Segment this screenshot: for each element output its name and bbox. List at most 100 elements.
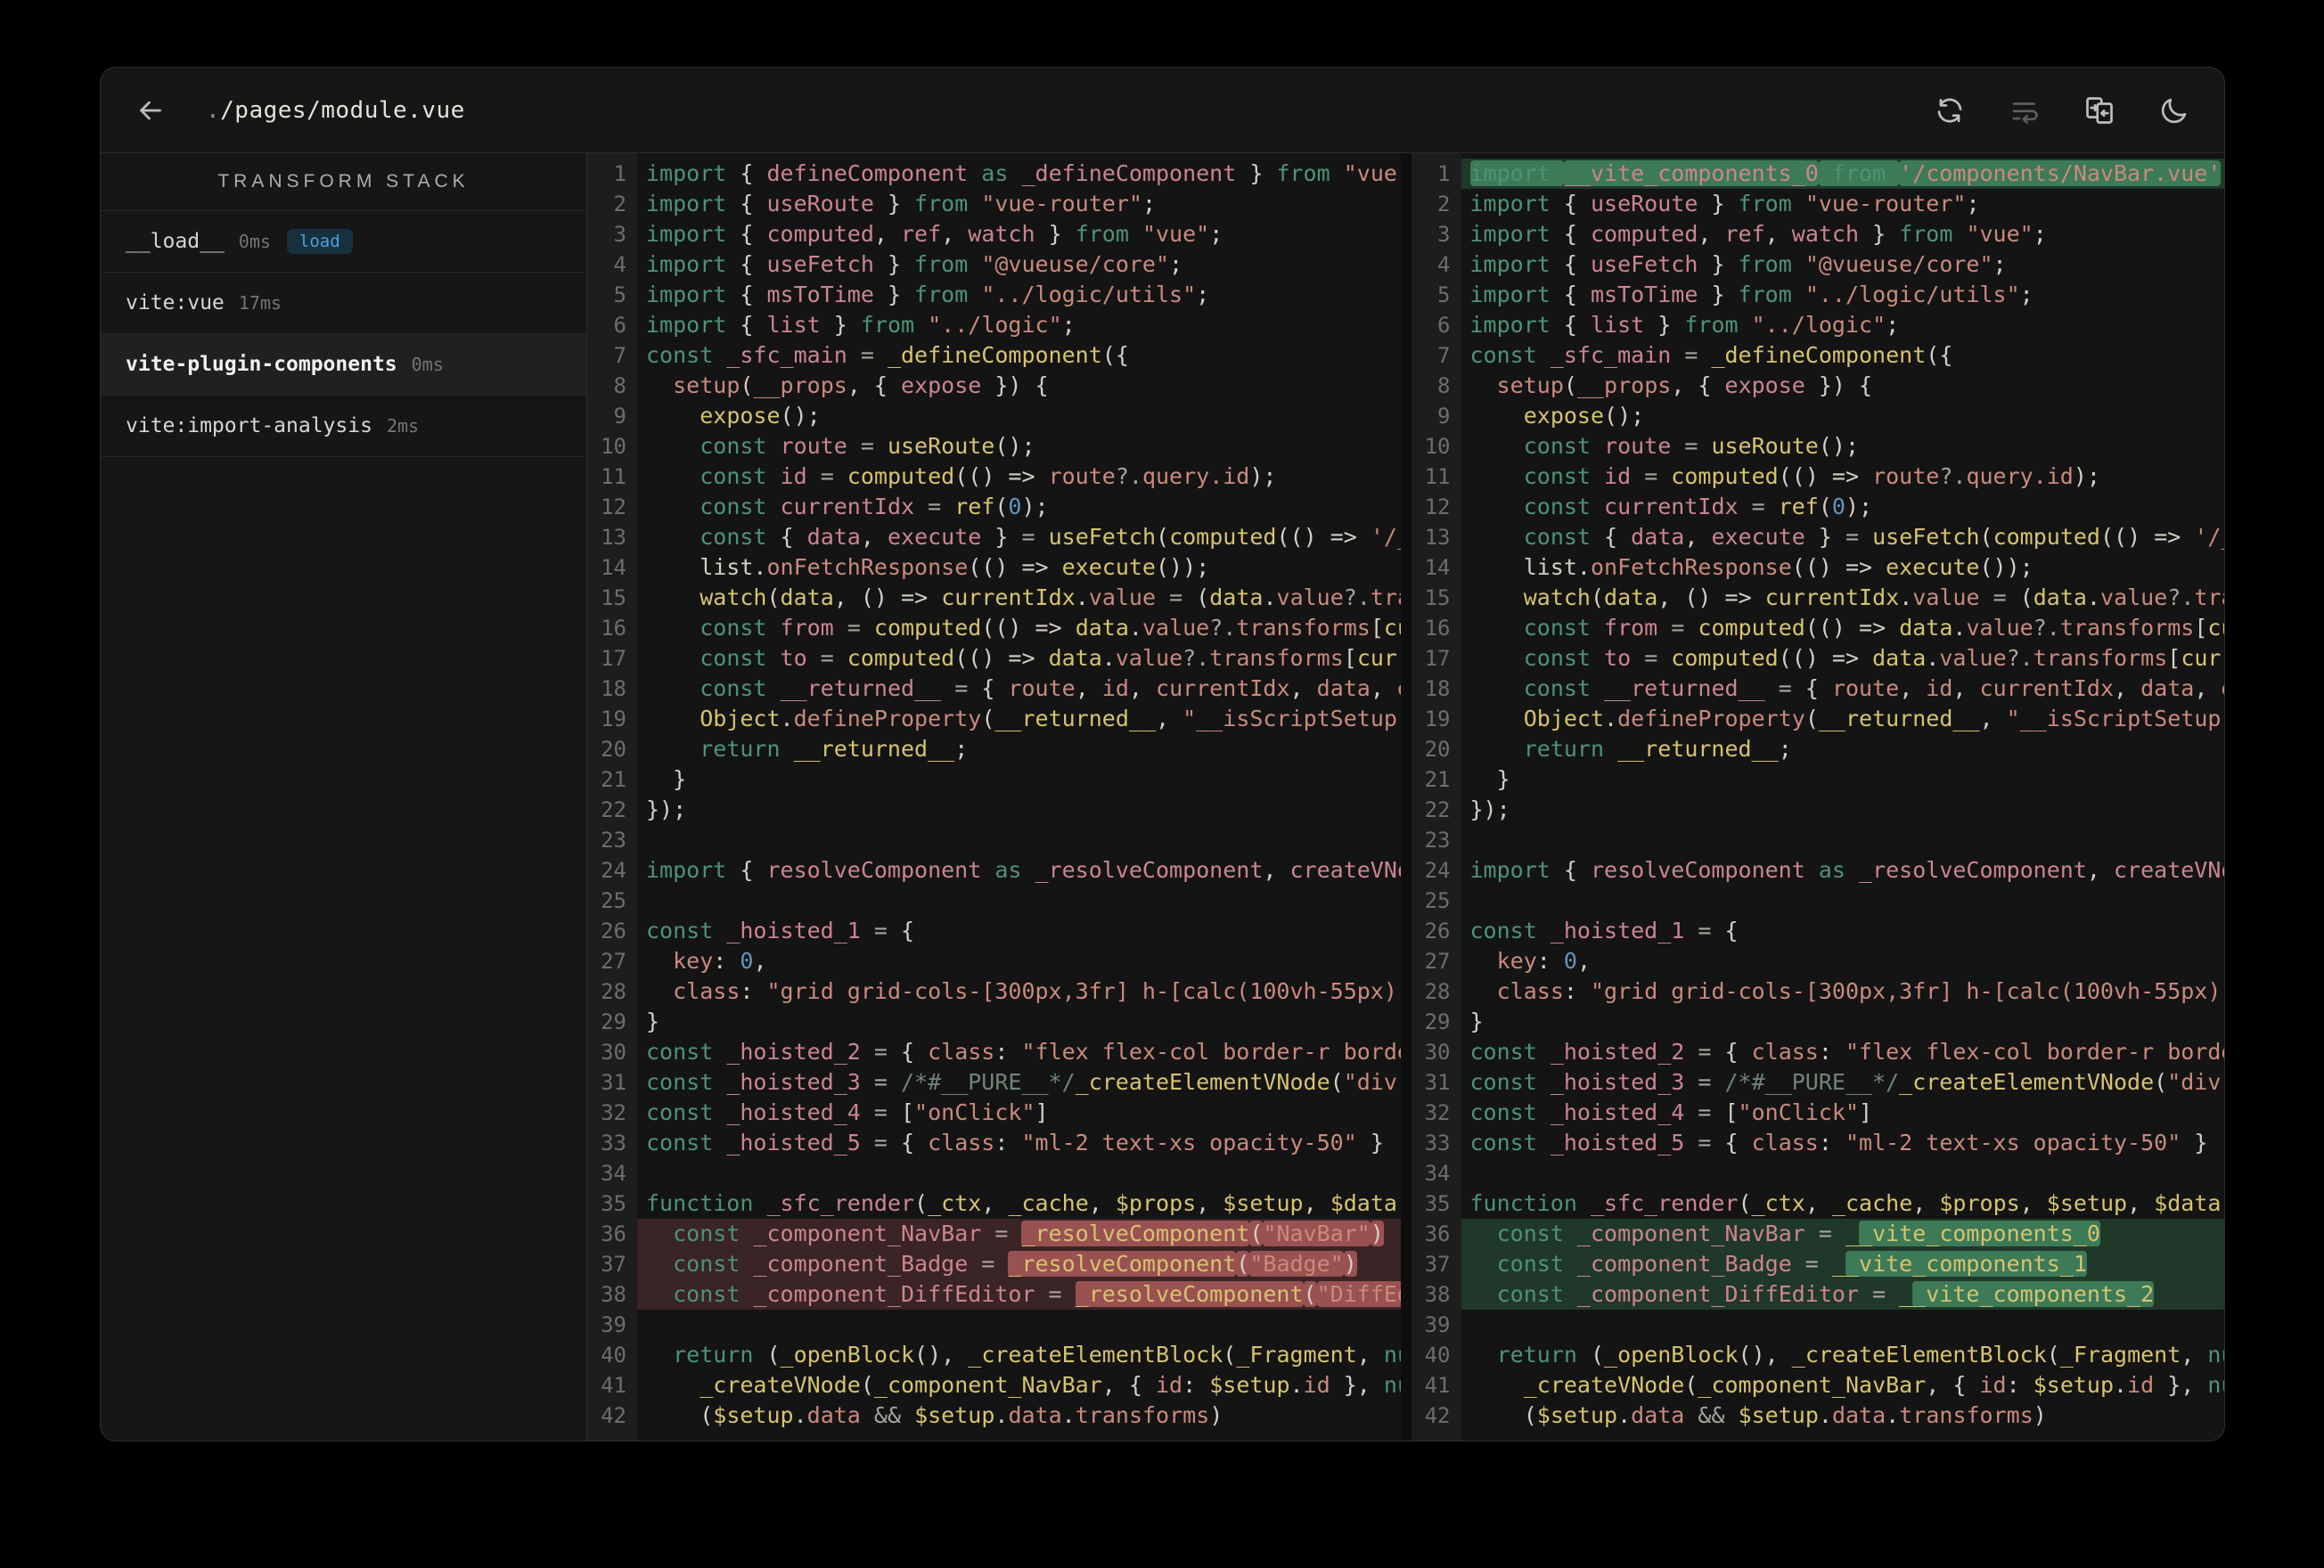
code-line: function _sfc_render(_ctx, _cache, $prop… xyxy=(1469,1190,2225,1216)
code-line: const __returned__ = { route, id, curren… xyxy=(1523,675,2224,701)
code-line: import { useFetch } from "@vueuse/core"; xyxy=(646,251,1183,277)
code-line: import { useFetch } from "@vueuse/core"; xyxy=(1469,251,2007,277)
line-number: 38 xyxy=(1424,1282,1451,1307)
main-content: TRANSFORM STACK __load__ 0ms load vite:vue 1… xyxy=(101,153,2224,1441)
dark-mode-moon-icon xyxy=(2161,98,2187,123)
line-number: 12 xyxy=(601,494,626,519)
line-number: 17 xyxy=(1424,646,1451,671)
line-number: 15 xyxy=(601,585,626,610)
code-line: list.onFetchResponse(() => execute()); xyxy=(1469,554,2034,580)
right-line-numbers: 1 2 3 4 5 6 7 8 9 10 11 12 13 14 15 16 17 18 19 20 21 22 23 24 2… xyxy=(1411,153,1461,1441)
code-line: import __vite_components_0 from '/compon… xyxy=(1461,159,2224,189)
line-number: 26 xyxy=(601,919,626,943)
code-line: const _hoisted_1 = { xyxy=(1469,918,1739,943)
transform-stack-list: __load__ 0ms load vite:vue 17ms vite-plugin-c… xyxy=(101,211,586,457)
line-number: 14 xyxy=(1424,555,1451,580)
transform-stack-item-vite-import-analysis[interactable]: vite:import-analysis 2ms xyxy=(101,396,586,457)
line-number: 14 xyxy=(601,555,626,580)
line-number: 10 xyxy=(1424,434,1451,459)
line-number: 3 xyxy=(613,222,626,247)
code-line: key: 0, xyxy=(673,948,767,974)
line-number: 30 xyxy=(601,1040,626,1065)
code-line: ($setup.data && $setup.data.transforms) xyxy=(646,1402,1223,1428)
diff-left-panel[interactable]: import { defineComponent as _defineCompo… xyxy=(637,153,1401,1441)
code-line: const _hoisted_4 = ["onClick"] xyxy=(1469,1099,1873,1125)
code-line: return (_openBlock(), _createElementBloc… xyxy=(1496,1342,2224,1368)
line-number: 10 xyxy=(601,434,626,459)
code-line: const { data, execute } = useFetch(compu… xyxy=(1523,524,2224,550)
line-number: 2 xyxy=(613,192,626,216)
code-line: } xyxy=(1496,766,1510,792)
dark-mode-button[interactable] xyxy=(2158,94,2190,127)
line-number: 26 xyxy=(1424,919,1451,943)
code-line: const _hoisted_5 = { class: "ml-2 text-x… xyxy=(646,1130,1384,1156)
diff-right-panel[interactable]: import __vite_components_0 from '/compon… xyxy=(1461,153,2225,1441)
line-wrap-button[interactable] xyxy=(2009,94,2041,127)
line-number: 40 xyxy=(1424,1343,1451,1368)
code-line: const { data, execute } = useFetch(compu… xyxy=(700,524,1400,550)
code-line: import { useRoute } from "vue-router"; xyxy=(1469,191,1980,216)
line-number: 18 xyxy=(601,676,626,701)
code-line: const _component_NavBar = _resolveCompon… xyxy=(637,1219,1401,1249)
line-number: 25 xyxy=(601,888,626,913)
diff-view-button[interactable] xyxy=(2083,94,2115,127)
plugin-duration: 17ms xyxy=(238,292,282,314)
line-number: 4 xyxy=(613,252,626,277)
code-line: const _sfc_main = _defineComponent({ xyxy=(1469,342,1953,368)
line-number: 3 xyxy=(1437,222,1451,247)
plugin-name: vite:import-analysis xyxy=(126,414,372,437)
line-number: 13 xyxy=(1424,525,1451,550)
code-line: const _component_DiffEditor = __vite_com… xyxy=(1461,1279,2224,1310)
line-number: 37 xyxy=(601,1252,626,1277)
code-line: const currentIdx = ref(0); xyxy=(1523,494,1873,519)
code-line: const from = computed(() => data.value?.… xyxy=(1523,615,2224,641)
code-line: Object.defineProperty(__returned__, "__i… xyxy=(700,706,1401,731)
code-line: const currentIdx = ref(0); xyxy=(700,494,1049,519)
transform-stack-item-vite-plugin-components[interactable]: vite-plugin-components 0ms xyxy=(101,334,586,396)
transform-stack-item-vite-vue[interactable]: vite:vue 17ms xyxy=(101,273,586,334)
code-line: const from = computed(() => data.value?.… xyxy=(700,615,1400,641)
code-line: const _hoisted_2 = { class: "flex flex-c… xyxy=(646,1039,1401,1065)
code-line: const _hoisted_1 = { xyxy=(646,918,915,943)
code-line: const to = computed(() => data.value?.tr… xyxy=(700,645,1400,671)
line-number: 35 xyxy=(1424,1191,1451,1216)
code-line: list.onFetchResponse(() => execute()); xyxy=(646,554,1210,580)
line-number: 39 xyxy=(601,1312,626,1337)
code-line: key: 0, xyxy=(1496,948,1591,974)
line-number: 20 xyxy=(601,737,626,762)
line-number: 27 xyxy=(601,949,626,974)
code-line: return (_openBlock(), _createElementBloc… xyxy=(673,1342,1400,1368)
line-number: 33 xyxy=(1424,1131,1451,1156)
transform-stack-item--load-[interactable]: __load__ 0ms load xyxy=(101,211,586,273)
line-number: 19 xyxy=(1424,706,1451,731)
left-line-numbers: 1 2 3 4 5 6 7 8 9 10 11 12 13 14 15 16 17 18 19 20 21 22 23 24 2… xyxy=(587,153,637,1441)
line-number: 5 xyxy=(613,282,626,307)
code-line: ($setup.data && $setup.data.transforms) xyxy=(1469,1402,2047,1428)
code-line: import { defineComponent as _defineCompo… xyxy=(646,160,1401,186)
panel-divider xyxy=(1400,153,1412,1441)
refresh-button[interactable] xyxy=(1934,94,1966,127)
line-number: 41 xyxy=(601,1373,626,1398)
line-number: 30 xyxy=(1424,1040,1451,1065)
line-number: 32 xyxy=(601,1100,626,1125)
line-number: 24 xyxy=(601,858,626,883)
line-number: 6 xyxy=(613,313,626,338)
line-number: 1 xyxy=(1437,161,1451,186)
line-number: 23 xyxy=(1424,828,1451,853)
line-number: 29 xyxy=(601,1009,626,1034)
line-number: 36 xyxy=(601,1221,626,1246)
load-badge: load xyxy=(286,229,353,254)
toolbar-actions xyxy=(1934,94,2190,127)
line-number: 21 xyxy=(601,767,626,792)
plugin-name: vite-plugin-components xyxy=(126,353,397,376)
line-number: 5 xyxy=(1437,282,1451,307)
inspect-window: ./pages/module.vue TRANSFORM STACK __loa… xyxy=(100,67,2225,1441)
line-number: 31 xyxy=(1424,1070,1451,1095)
back-button[interactable] xyxy=(135,94,167,127)
line-number: 33 xyxy=(601,1131,626,1156)
page-title-prefix: . xyxy=(206,96,221,124)
